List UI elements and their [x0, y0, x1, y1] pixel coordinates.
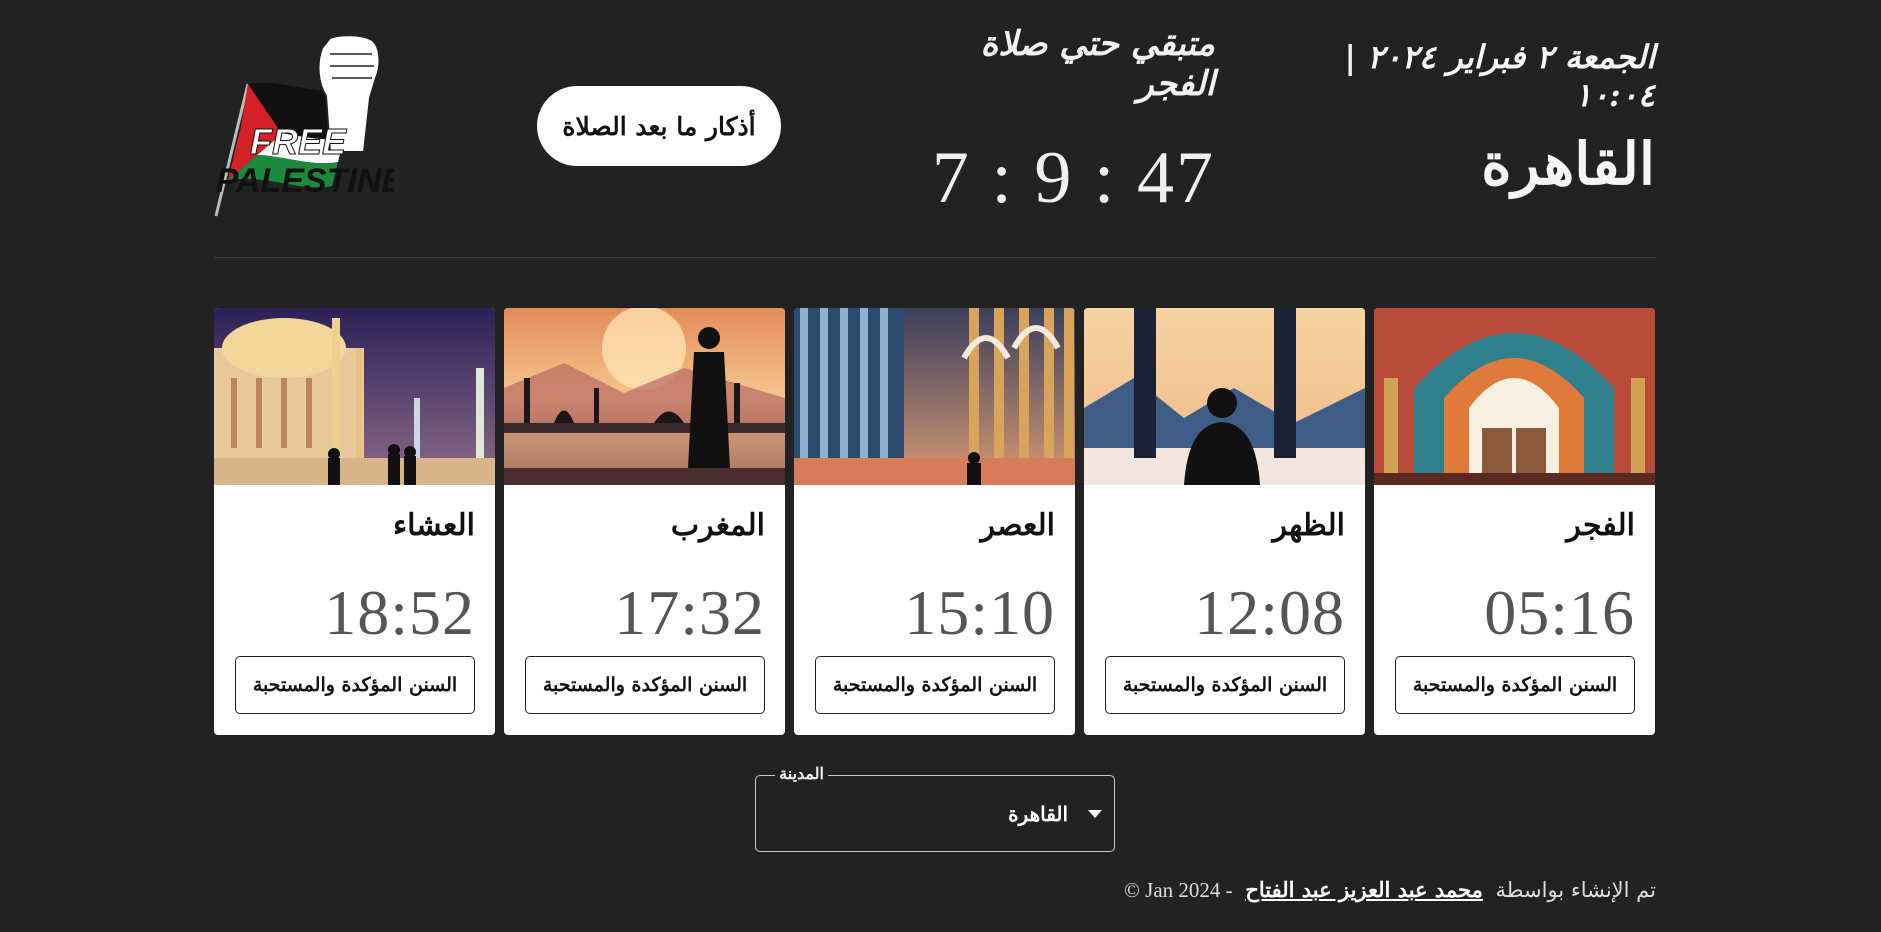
prayer-name: الظهر — [1272, 508, 1345, 543]
prayer-time: 17:32 — [614, 577, 765, 648]
sunnah-button-isha[interactable]: السنن المؤكدة والمستحبة — [235, 656, 475, 714]
prayer-card-fajr: الفجر 05:16 السنن المؤكدة والمستحبة — [1374, 308, 1655, 735]
svg-text:PALESTINE: PALESTINE — [216, 162, 394, 200]
prayer-card-isha: العشاء 18:52 السنن المؤكدة والمستحبة — [214, 308, 495, 735]
prayer-card-dhuhr: الظهر 12:08 السنن المؤكدة والمستحبة — [1084, 308, 1365, 735]
prayer-name: المغرب — [670, 508, 765, 543]
footer: تم الإنشاء بواسطة محمد عبد العزيز عبد ال… — [1100, 877, 1656, 903]
remaining-until-prayer-label: متبقي حتي صلاة الفجر — [980, 24, 1215, 104]
sunnah-button-asr[interactable]: السنن المؤكدة والمستحبة — [815, 656, 1055, 714]
prayer-time: 05:16 — [1484, 577, 1635, 648]
prayer-cards: العشاء 18:52 السنن المؤكدة والمستحبة الم… — [214, 308, 1656, 735]
prayer-name: العصر — [980, 508, 1055, 543]
svg-text:FREE: FREE — [250, 121, 347, 162]
prayer-time: 15:10 — [904, 577, 1055, 648]
city-select-value: القاهرة — [1008, 802, 1068, 826]
city-select[interactable]: المدينة القاهرة — [755, 764, 1115, 852]
prayer-time: 12:08 — [1194, 577, 1345, 648]
current-date-time: الجمعة ٢ فبراير ٢٠٢٤ | ١٠:٠٤ — [1344, 38, 1655, 114]
sunnah-button-dhuhr[interactable]: السنن المؤكدة والمستحبة — [1105, 656, 1345, 714]
countdown-timer: 7 : 9 : 47 — [931, 137, 1215, 219]
colonnade-image — [794, 308, 1075, 485]
footer-prefix: تم الإنشاء بواسطة — [1495, 878, 1656, 902]
copyright: © Jan 2024 - — [1123, 878, 1233, 902]
mosque-night-image — [214, 308, 495, 485]
header-divider — [214, 257, 1656, 258]
prayer-card-maghrib: المغرب 17:32 السنن المؤكدة والمستحبة — [504, 308, 785, 735]
sunnah-button-maghrib[interactable]: السنن المؤكدة والمستحبة — [525, 656, 765, 714]
prayer-name: الفجر — [1566, 508, 1635, 543]
prayer-name: العشاء — [393, 508, 475, 543]
azkar-after-prayer-button[interactable]: أذكار ما بعد الصلاة — [537, 86, 781, 166]
city-select-label: المدينة — [775, 764, 828, 783]
prayer-card-asr: العصر 15:10 السنن المؤكدة والمستحبة — [794, 308, 1075, 735]
sunset-silhouette-image — [504, 308, 785, 485]
sunnah-button-fajr[interactable]: السنن المؤكدة والمستحبة — [1395, 656, 1635, 714]
prayer-time: 18:52 — [324, 577, 475, 648]
chevron-down-icon — [1088, 810, 1102, 818]
author-link[interactable]: محمد عبد العزيز عبد الفتاح — [1245, 877, 1483, 902]
mosaic-arch-image — [1374, 308, 1655, 485]
praying-window-image — [1084, 308, 1365, 485]
city-title: القاهرة — [1481, 130, 1655, 198]
free-palestine-logo: FREE PALESTINE — [212, 34, 405, 220]
